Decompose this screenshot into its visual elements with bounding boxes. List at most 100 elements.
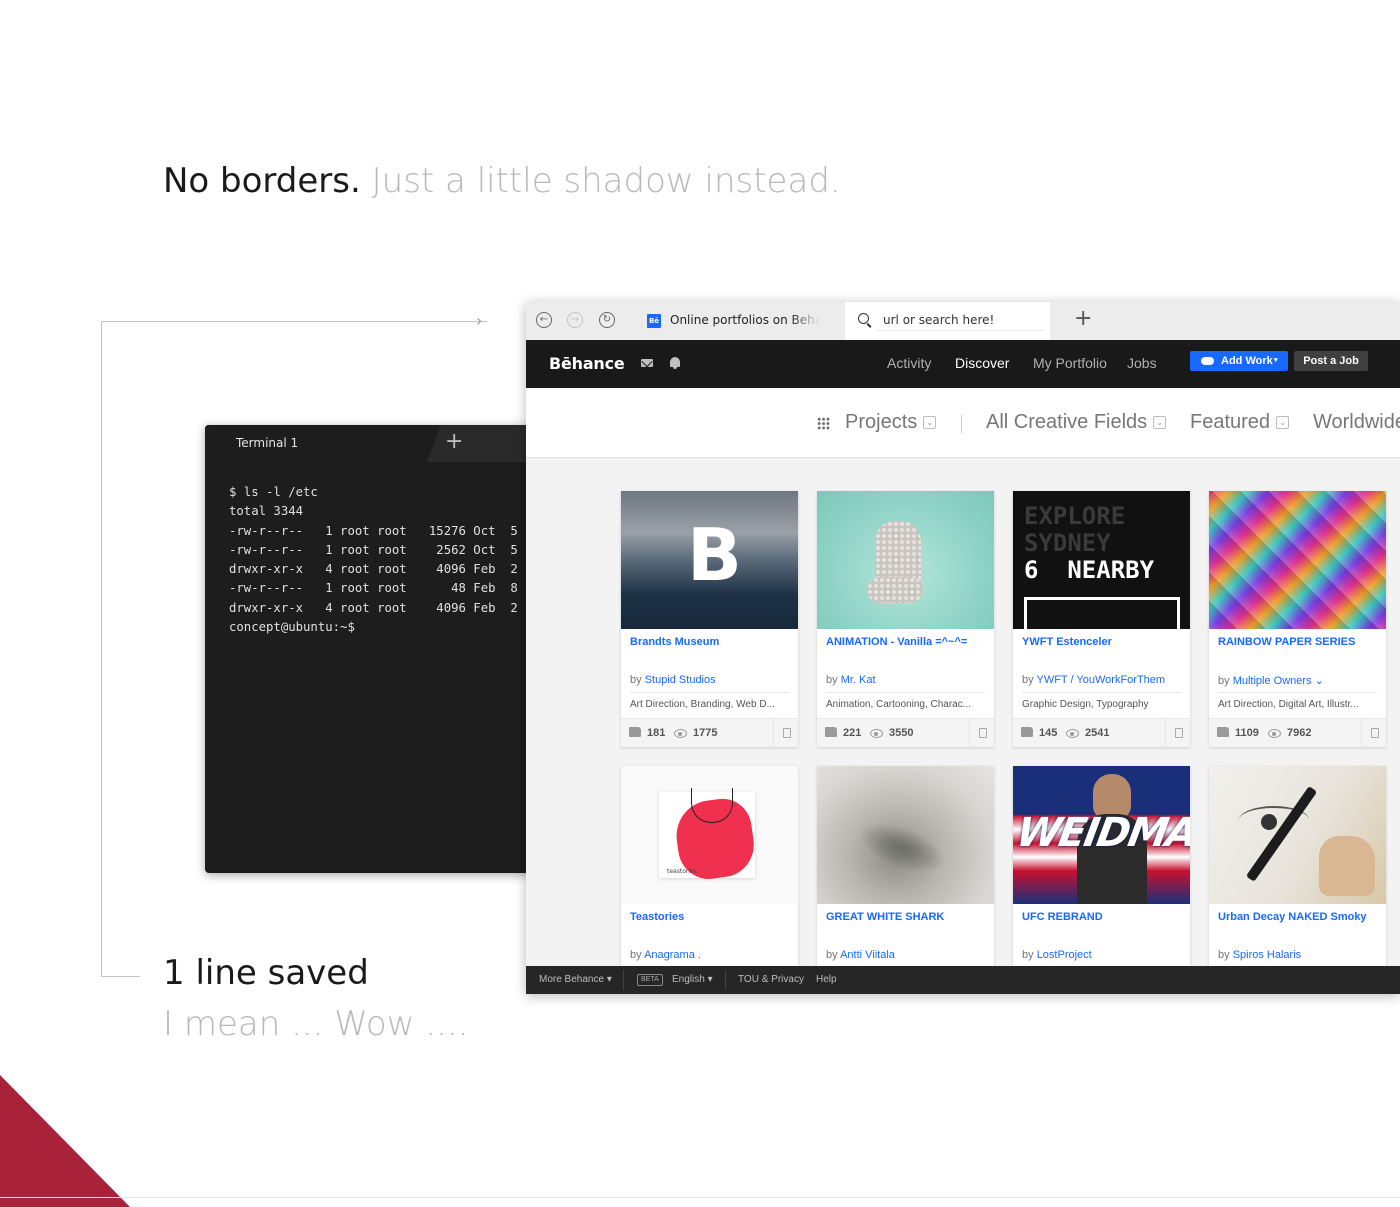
tab-title[interactable]: Online portfolios on Behance — [670, 313, 820, 327]
behance-logo[interactable]: Bēhance — [549, 354, 625, 373]
language-select[interactable]: English ▾ — [672, 974, 713, 985]
owner-link[interactable]: Anagrama . — [644, 949, 701, 961]
thumbs-up-icon — [1217, 727, 1229, 737]
project-thumbnail[interactable]: B — [621, 491, 798, 629]
appreciations-count: 1109 — [1235, 727, 1259, 739]
project-thumbnail[interactable]: EXPLORE SYDNEY 6 NEARBY — [1013, 491, 1190, 629]
terminal-tabbar: Terminal 1 + — [205, 425, 535, 462]
nav-activity[interactable]: Activity — [887, 355, 931, 371]
pencil — [1245, 786, 1318, 882]
owner-link[interactable]: Spiros Halaris — [1233, 949, 1301, 961]
project-card[interactable]: RAINBOW PAPER SERIES by Multiple Owners … — [1209, 491, 1386, 747]
project-thumbnail[interactable] — [817, 766, 994, 904]
bottom-divider — [0, 1197, 1400, 1198]
project-title[interactable]: GREAT WHITE SHARK — [826, 911, 991, 923]
project-title[interactable]: YWFT Estenceler — [1022, 636, 1187, 648]
project-thumbnail[interactable]: teastories — [621, 766, 798, 904]
cloud-upload-icon — [1201, 357, 1214, 365]
thumbs-up-icon — [1021, 727, 1033, 737]
project-thumbnail[interactable]: WEIDMAN — [1013, 766, 1190, 904]
terminal-line: total 3344 — [229, 504, 304, 519]
back-icon[interactable]: ← — [536, 312, 552, 328]
collection-pin-icon[interactable] — [1361, 719, 1386, 747]
grid-icon[interactable] — [817, 417, 830, 430]
card-divider — [630, 692, 789, 693]
project-title[interactable]: UFC REBRAND — [1022, 911, 1187, 923]
terminal-line: $ ls -l /etc — [229, 485, 318, 499]
behance-navbar: Bēhance Activity Discover My Portfolio J… — [526, 340, 1400, 388]
thumbs-up-icon — [629, 727, 641, 737]
project-thumbnail[interactable] — [817, 491, 994, 629]
filter-worldwide[interactable]: Worldwide — [1313, 411, 1400, 434]
new-tab-icon[interactable]: + — [1074, 308, 1092, 330]
collection-pin-icon[interactable] — [1165, 719, 1190, 747]
terminal-tab[interactable]: Terminal 1 — [205, 425, 427, 462]
terminal-new-tab-icon[interactable]: + — [445, 431, 463, 453]
caption-subtitle: I mean ... Wow .... — [163, 1004, 469, 1044]
add-work-label: Add Work — [1221, 355, 1273, 367]
headline: No borders. Just a little shadow instead… — [163, 158, 841, 204]
project-title[interactable]: RAINBOW PAPER SERIES — [1218, 636, 1383, 648]
terminal-line: -rw-r--r-- 1 root root 2562 Oct 5 — [229, 542, 518, 557]
by-label: by — [1218, 949, 1230, 961]
project-title[interactable]: Urban Decay NAKED Smoky — [1218, 911, 1383, 923]
project-card[interactable]: GREAT WHITE SHARK by Antti Viitala — [817, 766, 994, 994]
filter-featured[interactable]: Featured ⌄ — [1190, 411, 1290, 434]
bracket-line — [101, 321, 140, 977]
filter-divider — [961, 415, 962, 433]
project-card[interactable]: WEIDMAN UFC REBRAND by LostProject — [1013, 766, 1190, 994]
dropdown-icon: ⌄ — [1153, 416, 1167, 430]
filter-label: Worldwide — [1313, 411, 1400, 433]
forward-icon[interactable]: → — [567, 312, 583, 328]
poster-frame — [1024, 597, 1180, 629]
nav-discover[interactable]: Discover — [955, 355, 1009, 371]
project-card[interactable]: teastories Teastories by Anagrama . — [621, 766, 798, 994]
add-work-button[interactable]: Add Work ▾ — [1190, 351, 1288, 371]
filter-projects[interactable]: Projects ⌄ — [845, 411, 937, 434]
project-title[interactable]: ANIMATION - Vanilla =^~^= — [826, 636, 991, 648]
project-stats: 145 2541 — [1013, 718, 1190, 747]
owner-link[interactable]: Antti Viitala — [840, 949, 895, 961]
project-thumbnail[interactable] — [1209, 766, 1386, 904]
project-card[interactable]: ANIMATION - Vanilla =^~^= by Mr. Kat Ani… — [817, 491, 994, 747]
project-card[interactable]: B Brandts Museum by Stupid Studios Art D… — [621, 491, 798, 747]
browser-window: ← → ↻ Bē Online portfolios on Behance + … — [526, 302, 1400, 994]
terminal-output[interactable]: $ ls -l /etc total 3344 -rw-r--r-- 1 root … — [205, 462, 535, 637]
bell-icon[interactable] — [670, 357, 680, 369]
more-behance-link[interactable]: More Behance ▾ — [539, 974, 612, 985]
collection-pin-icon[interactable] — [773, 719, 798, 747]
terminal-line: -rw-r--r-- 1 root root 15276 Oct 5 — [229, 523, 518, 538]
project-owner: by Antti Viitala — [826, 949, 895, 961]
owner-link[interactable]: LostProject — [1037, 949, 1092, 961]
project-card[interactable]: EXPLORE SYDNEY 6 NEARBY YWFT Estenceler by… — [1013, 491, 1190, 747]
footer-divider — [725, 970, 726, 990]
corner-decoration — [0, 1075, 130, 1207]
reload-icon[interactable]: ↻ — [599, 312, 615, 328]
caption-title: 1 line saved — [163, 953, 369, 993]
nav-jobs[interactable]: Jobs — [1127, 355, 1157, 371]
project-grid: B Brandts Museum by Stupid Studios Art D… — [526, 458, 1400, 994]
url-tab[interactable] — [845, 302, 1050, 340]
nav-my-portfolio[interactable]: My Portfolio — [1033, 355, 1107, 371]
project-owner: by YWFT / YouWorkForThem — [1022, 674, 1165, 686]
project-title[interactable]: Teastories — [630, 911, 795, 923]
url-input[interactable] — [877, 309, 1044, 331]
project-fields: Animation, Cartooning, Charac... — [826, 699, 972, 710]
mail-icon[interactable] — [641, 359, 653, 367]
project-title[interactable]: Brandts Museum — [630, 636, 795, 648]
collection-pin-icon[interactable] — [969, 719, 994, 747]
poster-text: EXPLORE SYDNEY 6 NEARBY — [1024, 503, 1154, 584]
owner-link[interactable]: Mr. Kat — [841, 674, 876, 686]
project-thumbnail[interactable] — [1209, 491, 1386, 629]
bag-label: teastories — [667, 868, 697, 875]
help-link[interactable]: Help — [816, 974, 837, 985]
post-job-button[interactable]: Post a Job — [1294, 351, 1368, 371]
project-card[interactable]: Urban Decay NAKED Smoky by Spiros Halari… — [1209, 766, 1386, 994]
project-stats: 1109 7962 — [1209, 718, 1386, 747]
owner-link[interactable]: Stupid Studios — [645, 674, 716, 686]
owner-link[interactable]: Multiple Owners ⌄ — [1233, 675, 1324, 687]
owner-link[interactable]: YWFT / YouWorkForThem — [1036, 674, 1165, 686]
tou-privacy-link[interactable]: TOU & Privacy — [738, 974, 804, 985]
card-divider — [1022, 692, 1181, 693]
filter-creative-fields[interactable]: All Creative Fields ⌄ — [986, 411, 1167, 434]
